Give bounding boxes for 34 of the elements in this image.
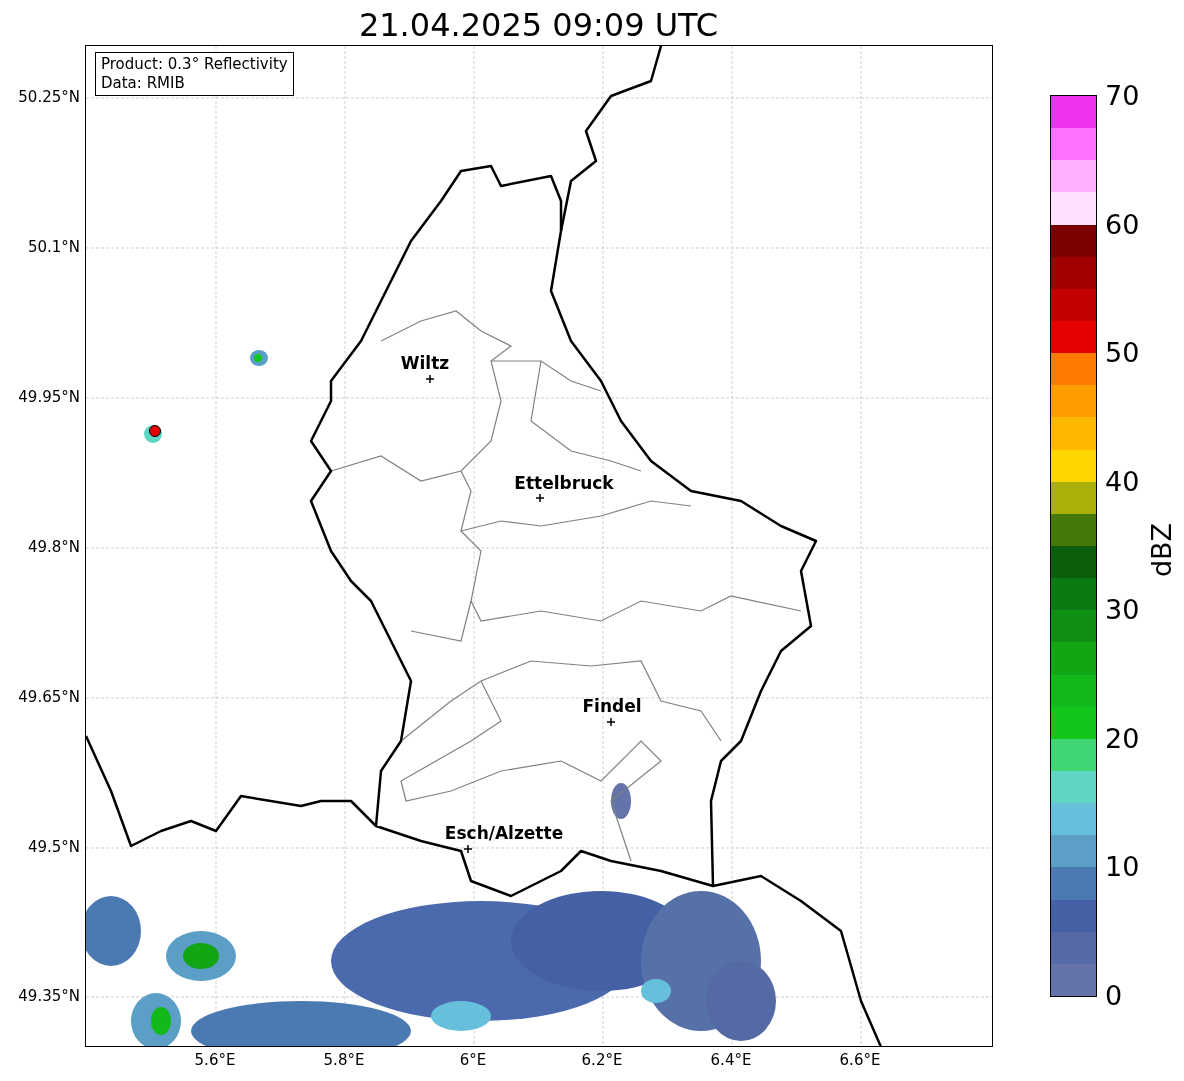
radar-site-icon <box>149 425 161 437</box>
latitude-tick-label: 49.8°N <box>27 538 80 556</box>
colorbar-tick-label: 40 <box>1105 466 1140 497</box>
colorbar-tick-label: 50 <box>1105 338 1140 369</box>
colorbar-tick-label: 20 <box>1105 723 1140 754</box>
longitude-tick-label: 6.6°E <box>839 1051 881 1069</box>
city-marker-icon <box>463 844 473 854</box>
colorbar-tick-label: 70 <box>1105 81 1140 111</box>
colorbar-tick-label: 60 <box>1105 209 1140 240</box>
legend-text: Data: RMIB <box>101 74 186 93</box>
longitude-tick-label: 5.8°E <box>323 1051 365 1069</box>
city-marker-icon <box>535 493 545 503</box>
colorbar-tick-label: 30 <box>1105 595 1140 626</box>
longitude-tick-label: 5.6°E <box>194 1051 236 1069</box>
city-marker-icon <box>425 374 435 384</box>
latitude-tick-label: 50.1°N <box>27 238 80 256</box>
city-label: Findel <box>582 696 642 716</box>
colorbar-tick-label: 0 <box>1105 981 1123 1011</box>
longitude-tick-label: 6°E <box>459 1051 487 1069</box>
city-label: Wiltz <box>400 353 450 373</box>
city-label: Ettelbruck <box>514 473 614 493</box>
legend-text: Product: 0.3° Reflectivity <box>101 55 288 74</box>
chart-title: 21.04.2025 09:09 UTC <box>357 5 720 46</box>
city-marker-icon <box>606 717 616 727</box>
latitude-tick-label: 49.5°N <box>27 838 80 856</box>
latitude-tick-label: 49.35°N <box>18 987 80 1005</box>
longitude-tick-label: 6.2°E <box>581 1051 623 1069</box>
latitude-tick-label: 49.65°N <box>18 688 80 706</box>
colorbar-label: dBZ <box>1146 522 1178 578</box>
longitude-tick-label: 6.4°E <box>710 1051 752 1069</box>
colorbar-tick-label: 10 <box>1105 852 1140 883</box>
latitude-tick-label: 50.25°N <box>18 88 80 106</box>
city-label: Esch/Alzette <box>444 823 564 843</box>
latitude-tick-label: 49.95°N <box>18 388 80 406</box>
